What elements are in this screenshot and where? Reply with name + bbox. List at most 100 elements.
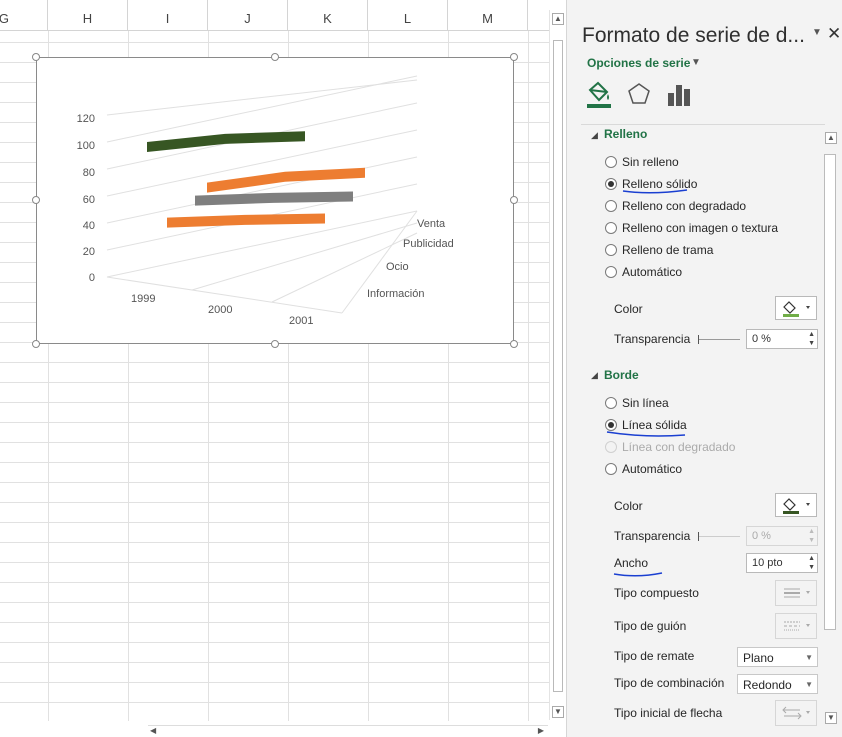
- series-ribbon-2[interactable]: [195, 191, 353, 206]
- annotation-underline: [622, 189, 688, 194]
- chart-resize-handle-bc[interactable]: [271, 340, 279, 348]
- y-tick-60: 60: [83, 194, 95, 206]
- compound-type-label: Tipo compuesto: [614, 586, 699, 600]
- border-section-title[interactable]: Borde: [604, 368, 639, 382]
- pane-scroll-thumb[interactable]: [824, 154, 836, 630]
- chart-resize-handle-br[interactable]: [510, 340, 518, 348]
- fill-color-label: Color: [614, 302, 643, 316]
- chart-resize-handle-tl[interactable]: [32, 53, 40, 61]
- column-header-m[interactable]: M: [448, 0, 528, 30]
- radio-icon[interactable]: [605, 266, 617, 278]
- border-width-spinner[interactable]: 10 pto ▲ ▼: [746, 553, 818, 573]
- radio-icon[interactable]: [605, 222, 617, 234]
- border-transparency-label: Transparencia: [614, 529, 691, 543]
- collapse-caret-icon[interactable]: ◢: [591, 370, 598, 381]
- x-label-2000: 2000: [208, 304, 232, 316]
- series-ribbon-1[interactable]: [207, 167, 365, 193]
- fill-option-label: Automático: [622, 265, 683, 279]
- radio-icon[interactable]: [605, 156, 617, 168]
- collapse-caret-icon[interactable]: ◢: [591, 130, 598, 141]
- fill-option-label: Relleno con degradado: [622, 199, 747, 213]
- close-icon[interactable]: ✕: [827, 24, 841, 44]
- pane-vertical-scrollbar[interactable]: ▲ ▼: [823, 132, 837, 726]
- select-value: Redondo: [743, 678, 792, 692]
- compound-type-select[interactable]: [775, 580, 817, 606]
- series-ribbon-0[interactable]: [147, 131, 305, 152]
- pane-options-chevron-icon[interactable]: ▼: [812, 27, 822, 38]
- sheet-scroll-thumb[interactable]: [553, 40, 563, 692]
- scroll-left-icon[interactable]: ◀: [150, 726, 156, 735]
- select-value: Plano: [743, 651, 774, 665]
- fill-transparency-spinner[interactable]: 0 % ▲ ▼: [746, 329, 818, 349]
- effects-pentagon-icon[interactable]: [625, 80, 653, 110]
- chevron-down-icon[interactable]: ▼: [805, 680, 813, 689]
- series-ribbon-shape[interactable]: [195, 191, 353, 206]
- scroll-down-icon[interactable]: ▼: [825, 712, 837, 724]
- radio-icon[interactable]: [605, 244, 617, 256]
- chart-resize-handle-ml[interactable]: [32, 196, 40, 204]
- series-ribbon-shape[interactable]: [147, 131, 305, 152]
- scroll-up-icon[interactable]: ▲: [825, 132, 837, 144]
- fill-transparency-slider[interactable]: [698, 335, 740, 344]
- chart-area[interactable]: 0 20 40 60 80 100 120 1999 2000 2001 Ven…: [36, 57, 514, 344]
- chevron-down-icon[interactable]: ▼: [805, 653, 813, 662]
- radio-icon[interactable]: [605, 200, 617, 212]
- pane-separator: [581, 124, 825, 125]
- y-tick-40: 40: [83, 220, 95, 232]
- column-header-h[interactable]: H: [48, 0, 128, 30]
- radio-checked-icon[interactable]: [605, 178, 617, 190]
- fill-option-label: Sin relleno: [622, 155, 679, 169]
- radio-disabled-icon: [605, 441, 617, 453]
- join-type-label: Tipo de combinación: [614, 676, 725, 690]
- border-option-label: Sin línea: [622, 396, 669, 410]
- spin-arrows-icon[interactable]: ▲ ▼: [808, 554, 815, 572]
- series-ribbon-shape[interactable]: [207, 167, 365, 193]
- column-headers: G H I J K L M: [0, 0, 549, 31]
- fill-line-icon[interactable]: [585, 80, 613, 110]
- fill-transparency-label: Transparencia: [614, 332, 691, 346]
- column-header-g[interactable]: G: [0, 0, 48, 30]
- spin-arrows-icon: ▲ ▼: [808, 528, 815, 544]
- dash-type-select[interactable]: [775, 613, 817, 639]
- cap-type-label: Tipo de remate: [614, 649, 695, 663]
- chart-resize-handle-tc[interactable]: [271, 53, 279, 61]
- border-color-label: Color: [614, 499, 643, 513]
- fill-section-title[interactable]: Relleno: [604, 127, 647, 141]
- annotation-underline: [613, 572, 663, 577]
- series-ribbon-3[interactable]: [167, 213, 325, 228]
- depth-label-informacion: Información: [367, 288, 424, 300]
- chart-resize-handle-mr[interactable]: [510, 196, 518, 204]
- column-header-j[interactable]: J: [208, 0, 288, 30]
- chart-plot: 0 20 40 60 80 100 120 1999 2000 2001 Ven…: [77, 75, 454, 327]
- scroll-up-icon[interactable]: ▲: [552, 13, 564, 25]
- join-type-select[interactable]: Redondo ▼: [737, 674, 818, 694]
- series-options-bars-icon[interactable]: [665, 80, 693, 110]
- border-transparency-spinner: 0 % ▲ ▼: [746, 526, 818, 546]
- spin-arrows-icon[interactable]: ▲ ▼: [808, 330, 815, 348]
- column-header-i[interactable]: I: [128, 0, 208, 30]
- compound-lines-icon: [784, 588, 810, 598]
- radio-icon[interactable]: [605, 397, 617, 409]
- column-header-k[interactable]: K: [288, 0, 368, 30]
- border-option-label: Línea con degradado: [622, 440, 736, 454]
- arrow-start-select[interactable]: [775, 700, 817, 726]
- chart-resize-handle-bl[interactable]: [32, 340, 40, 348]
- scroll-right-icon[interactable]: ▶: [538, 726, 544, 735]
- series-options-dropdown[interactable]: Opciones de serie: [587, 56, 690, 70]
- column-header-l[interactable]: L: [368, 0, 448, 30]
- y-tick-80: 80: [83, 167, 95, 179]
- scroll-down-icon[interactable]: ▼: [552, 706, 564, 718]
- horizontal-scrollbar[interactable]: ◀ ▶: [148, 725, 548, 737]
- radio-icon[interactable]: [605, 463, 617, 475]
- chevron-down-icon[interactable]: ▼: [691, 57, 701, 68]
- depth-label-venta: Venta: [417, 218, 446, 230]
- cap-type-select[interactable]: Plano ▼: [737, 647, 818, 667]
- dash-type-label: Tipo de guión: [614, 619, 687, 633]
- sheet-vertical-scrollbar[interactable]: ▲ ▼: [549, 10, 566, 720]
- series-ribbon-shape[interactable]: [167, 213, 325, 228]
- arrow-start-label: Tipo inicial de flecha: [614, 706, 723, 720]
- chart-resize-handle-tr[interactable]: [510, 53, 518, 61]
- border-color-picker[interactable]: [775, 493, 817, 517]
- pane-title: Formato de serie de d...: [582, 24, 805, 47]
- fill-color-picker[interactable]: [775, 296, 817, 320]
